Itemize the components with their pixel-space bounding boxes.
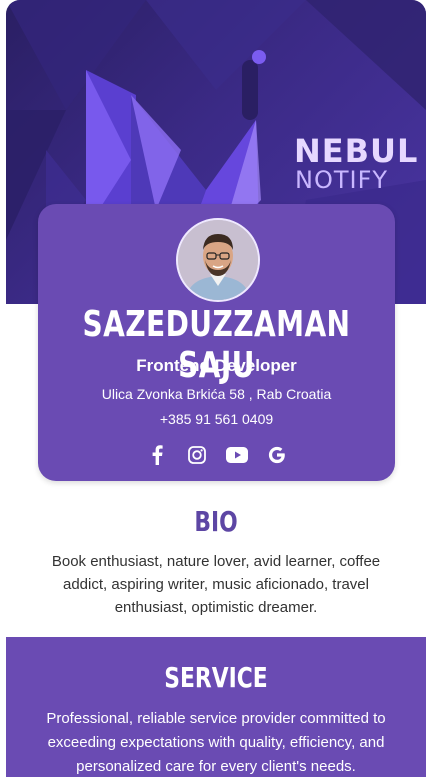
avatar-photo bbox=[178, 220, 258, 300]
profile-role: Frontend Developer bbox=[136, 356, 297, 375]
bio-heading: BIO bbox=[194, 505, 238, 538]
service-section: SERVICE Professional, reliable service p… bbox=[6, 637, 426, 777]
service-heading: SERVICE bbox=[164, 661, 268, 694]
social-links bbox=[38, 444, 395, 466]
facebook-icon[interactable] bbox=[146, 444, 168, 466]
brand-wordmark: NEBUL bbox=[294, 132, 419, 170]
avatar bbox=[176, 218, 260, 302]
google-icon[interactable] bbox=[266, 444, 288, 466]
instagram-icon[interactable] bbox=[186, 444, 208, 466]
profile-phone[interactable]: +385 91 561 0409 bbox=[38, 411, 395, 427]
service-text: Professional, reliable service provider … bbox=[46, 710, 386, 775]
youtube-icon[interactable] bbox=[225, 444, 248, 466]
profile-card: SAZEDUZZAMAN SAJU Frontend Developer Uli… bbox=[38, 204, 395, 481]
profile-page: NEBUL NOTIFY SAZEDUZZAMAN SAJU Frontend … bbox=[6, 0, 426, 777]
bio-text: Book enthusiast, nature lover, avid lear… bbox=[51, 553, 381, 616]
brand-subtitle: NOTIFY bbox=[295, 166, 389, 194]
profile-address: Ulica Zvonka Brkića 58 , Rab Croatia bbox=[101, 386, 332, 402]
